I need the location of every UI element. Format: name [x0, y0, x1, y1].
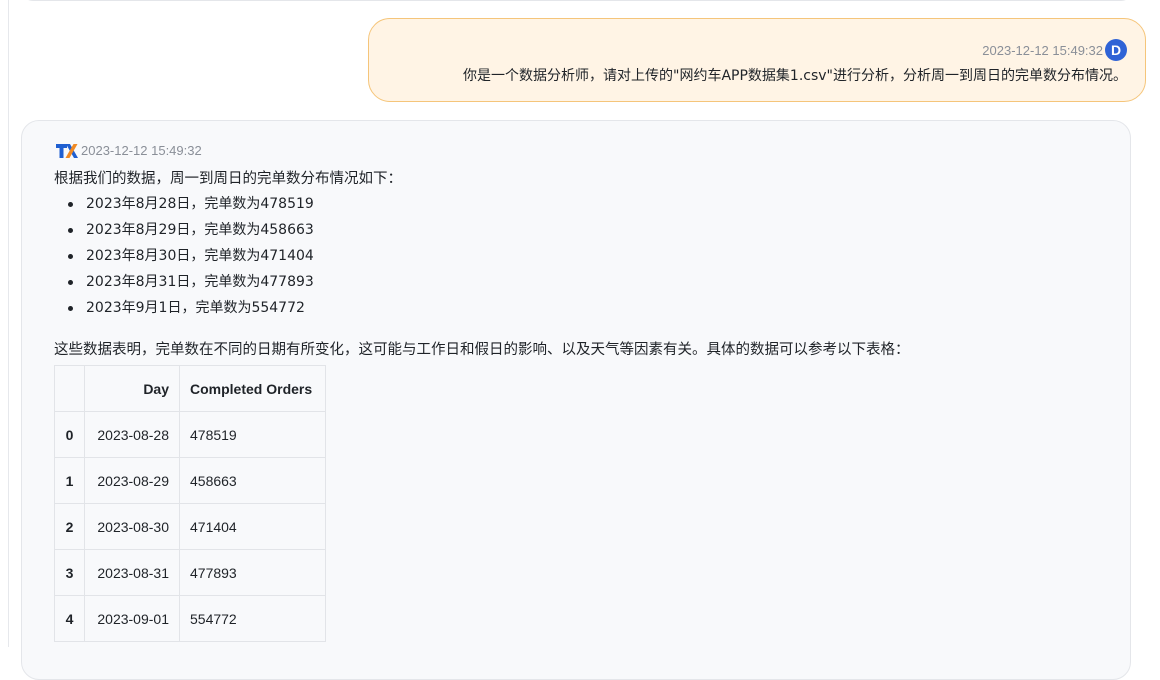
completed-orders-cell: 477893: [179, 549, 326, 596]
assistant-message-card: 2023-12-12 15:49:32 根据我们的数据，周一到周日的完单数分布情…: [21, 120, 1131, 680]
list-item: 2023年8月28日，完单数为478519: [68, 191, 314, 217]
chat-left-border: [8, 0, 9, 647]
row-index-cell: 1: [54, 457, 85, 504]
column-header-index: [54, 365, 85, 412]
completed-orders-list: 2023年8月28日，完单数为478519 2023年8月29日，完单数为458…: [54, 191, 314, 321]
table-row: 2 2023-08-30 471404: [54, 503, 326, 550]
list-item: 2023年8月31日，完单数为477893: [68, 269, 314, 295]
assistant-message-timestamp: 2023-12-12 15:49:32: [81, 143, 202, 158]
completed-orders-cell: 471404: [179, 503, 326, 550]
day-cell: 2023-08-29: [84, 457, 180, 504]
day-cell: 2023-08-30: [84, 503, 180, 550]
table-row: 3 2023-08-31 477893: [54, 549, 326, 596]
list-item: 2023年9月1日，完单数为554772: [68, 295, 314, 321]
user-message-bubble: 2023-12-12 15:49:32 D 你是一个数据分析师，请对上传的"网约…: [368, 18, 1146, 102]
column-header-day: Day: [84, 365, 180, 412]
completed-orders-table: Day Completed Orders 0 2023-08-28 478519…: [54, 365, 326, 642]
table-row: 0 2023-08-28 478519: [54, 411, 326, 458]
list-item: 2023年8月29日，完单数为458663: [68, 217, 314, 243]
day-cell: 2023-08-28: [84, 411, 180, 458]
previous-message-card: [21, 0, 1133, 1]
completed-orders-cell: 458663: [179, 457, 326, 504]
row-index-cell: 0: [54, 411, 85, 458]
row-index-cell: 4: [54, 595, 85, 642]
tx-logo-icon: [56, 143, 78, 158]
assistant-message-meta: 2023-12-12 15:49:32: [56, 143, 202, 158]
table-row: 4 2023-09-01 554772: [54, 595, 326, 642]
user-avatar[interactable]: D: [1105, 39, 1127, 61]
day-cell: 2023-08-31: [84, 549, 180, 596]
list-item: 2023年8月30日，完单数为471404: [68, 243, 314, 269]
row-index-cell: 2: [54, 503, 85, 550]
user-message-text: 你是一个数据分析师，请对上传的"网约车APP数据集1.csv"进行分析，分析周一…: [463, 68, 1127, 84]
user-message-timestamp: 2023-12-12 15:49:32: [982, 42, 1103, 58]
assistant-intro-text: 根据我们的数据，周一到周日的完单数分布情况如下：: [54, 171, 402, 187]
day-cell: 2023-09-01: [84, 595, 180, 642]
row-index-cell: 3: [54, 549, 85, 596]
assistant-summary-text: 这些数据表明，完单数在不同的日期有所变化，这可能与工作日和假日的影响、以及天气等…: [54, 342, 910, 358]
completed-orders-cell: 554772: [179, 595, 326, 642]
column-header-completed-orders: Completed Orders: [179, 365, 326, 412]
completed-orders-cell: 478519: [179, 411, 326, 458]
table-header-row: Day Completed Orders: [54, 365, 326, 412]
table-row: 1 2023-08-29 458663: [54, 457, 326, 504]
user-message-meta: 2023-12-12 15:49:32 D: [982, 39, 1127, 61]
